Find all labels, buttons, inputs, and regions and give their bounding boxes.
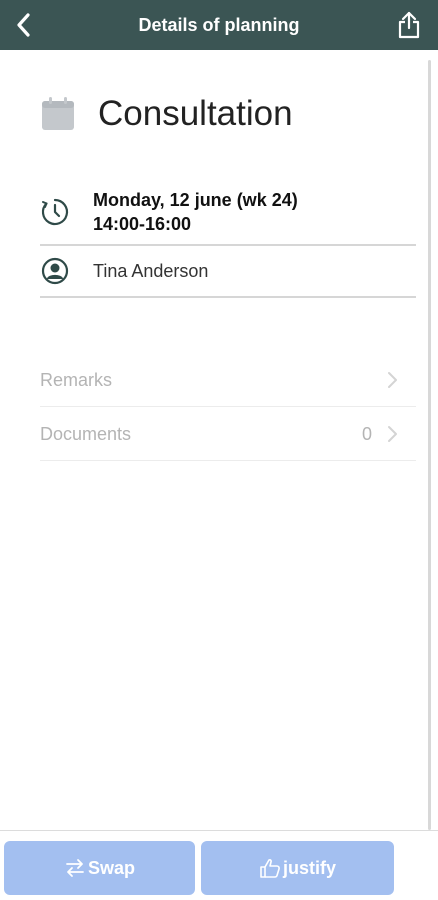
remarks-label: Remarks bbox=[40, 369, 113, 390]
back-button[interactable] bbox=[4, 5, 44, 45]
top-bar: Details of planning bbox=[0, 0, 438, 50]
date-time-row: Monday, 12 june (wk 24) 14:00-16:00 bbox=[40, 180, 416, 246]
chevron-left-icon bbox=[17, 13, 30, 37]
chevron-right-icon bbox=[388, 372, 397, 388]
scrollbar[interactable] bbox=[428, 60, 431, 830]
documents-label: Documents bbox=[40, 423, 132, 444]
bottom-action-bar: Swap justify bbox=[0, 830, 438, 900]
person-icon bbox=[41, 257, 69, 285]
appointment-time: 14:00-16:00 bbox=[93, 214, 192, 234]
share-button[interactable] bbox=[394, 8, 424, 42]
remarks-row[interactable]: Remarks bbox=[40, 354, 416, 407]
thumbs-up-icon bbox=[260, 859, 280, 878]
chevron-right-icon bbox=[388, 426, 397, 442]
person-name: Tina Anderson bbox=[93, 260, 209, 281]
date-time-block: Monday, 12 june (wk 24) 14:00-16:00 bbox=[93, 188, 298, 236]
planning-details-screen: Details of planning Consultation Monday,… bbox=[0, 0, 438, 900]
page-title: Details of planning bbox=[138, 14, 300, 35]
person-row: Tina Anderson bbox=[40, 246, 416, 298]
appointment-date: Monday, 12 june (wk 24) bbox=[93, 190, 298, 210]
share-icon bbox=[398, 11, 420, 39]
swap-arrows-icon bbox=[66, 859, 84, 877]
justify-label: justify bbox=[282, 857, 336, 878]
swap-label: Swap bbox=[87, 857, 135, 878]
clock-icon bbox=[41, 198, 69, 226]
documents-count: 0 bbox=[361, 423, 372, 444]
appointment-title: Consultation bbox=[98, 94, 293, 133]
calendar-icon bbox=[42, 97, 74, 130]
documents-row[interactable]: Documents 0 bbox=[40, 408, 416, 461]
justify-button[interactable]: justify bbox=[201, 841, 394, 895]
appointment-title-row: Consultation bbox=[40, 92, 293, 136]
swap-button[interactable]: Swap bbox=[4, 841, 195, 895]
